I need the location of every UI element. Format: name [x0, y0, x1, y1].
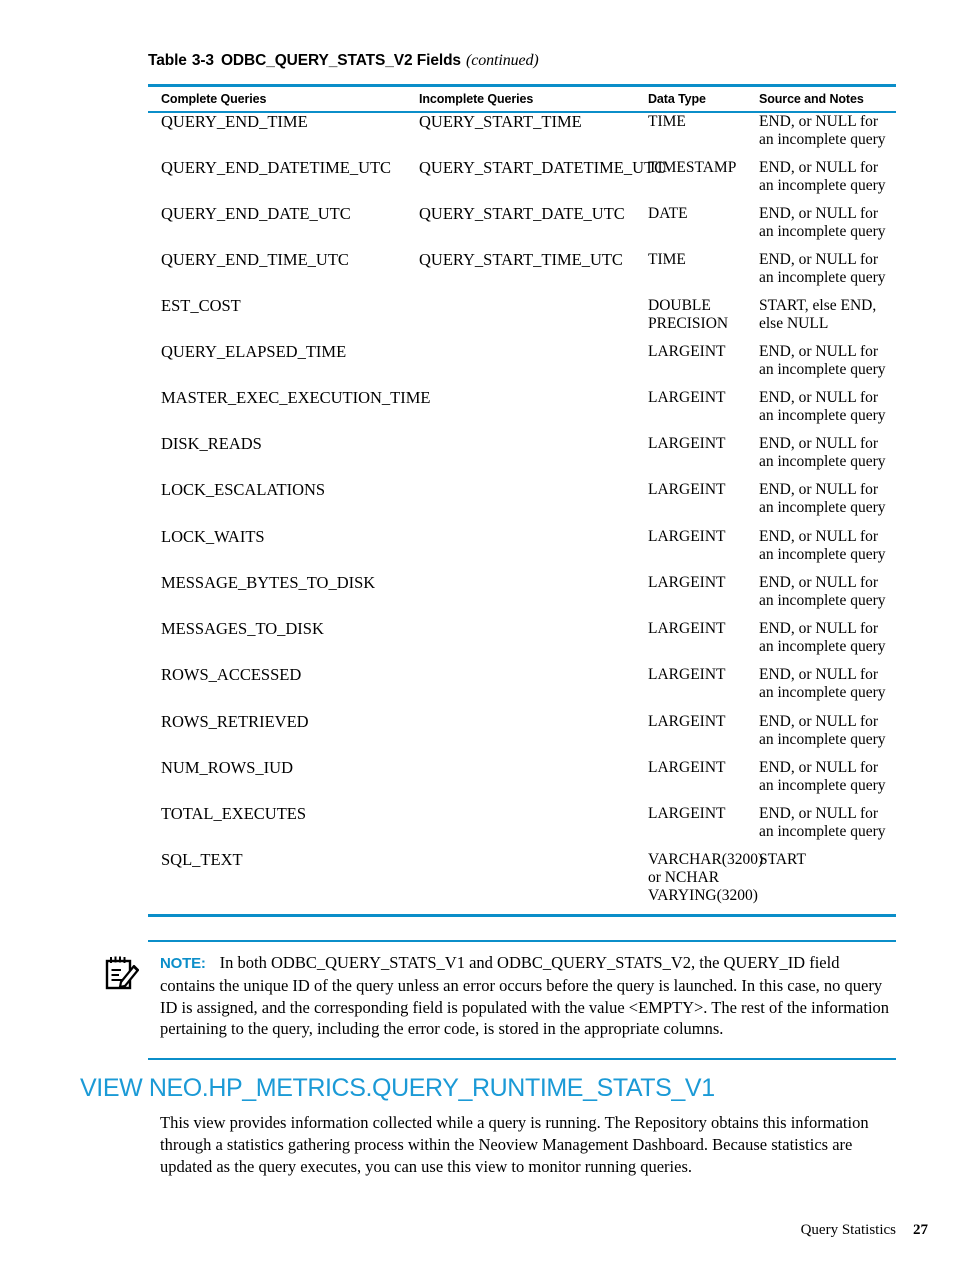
table-cell-source-notes: END, or NULL for an incomplete query	[759, 343, 886, 378]
table-cell-complete-query: LOCK_WAITS	[161, 527, 265, 546]
footer-page-number: 27	[913, 1222, 928, 1238]
column-header-data-type: Data Type	[648, 92, 706, 106]
table-row: TOTAL_EXECUTES LARGEINT END, or NULL for a…	[148, 804, 896, 849]
table-cell-complete-query: MESSAGES_TO_DISK	[161, 619, 324, 638]
table-caption-continued: (continued)	[465, 52, 539, 69]
note-bottom-rule	[148, 1058, 896, 1060]
table-header-row: Complete Queries Incomplete Queries Data…	[148, 87, 896, 111]
table-body: QUERY_END_TIME QUERY_START_TIME TIME END, o…	[148, 112, 896, 914]
table-cell-source-notes: END, or NULL for an incomplete query	[759, 666, 886, 701]
table-row: QUERY_ELAPSED_TIME LARGEINT END, or NULL f…	[148, 342, 896, 387]
table-cell-source-notes: END, or NULL for an incomplete query	[759, 251, 886, 286]
table-cell-source-notes: END, or NULL for an incomplete query	[759, 620, 886, 655]
table-cell-complete-query: NUM_ROWS_IUD	[161, 758, 293, 777]
column-header-complete-queries: Complete Queries	[161, 92, 267, 106]
table-cell-data-type: LARGEINT	[648, 713, 726, 730]
note-text: In both ODBC_QUERY_STATS_V1 and ODBC_QUE…	[160, 953, 890, 1039]
table-cell-data-type: TIME	[648, 251, 686, 268]
table-cell-complete-query: ROWS_ACCESSED	[161, 665, 302, 684]
table-row: MESSAGE_BYTES_TO_DISK LARGEINT END, or NUL…	[148, 573, 896, 618]
table-cell-complete-query: TOTAL_EXECUTES	[161, 804, 307, 823]
table-row: QUERY_END_DATETIME_UTC QUERY_START_DATETI…	[148, 158, 896, 203]
note-top-rule	[148, 940, 896, 942]
table-row: ROWS_RETRIEVED LARGEINT END, or NULL for a…	[148, 712, 896, 757]
table-cell-source-notes: END, or NULL for an incomplete query	[759, 713, 886, 748]
column-header-incomplete-queries: Incomplete Queries	[419, 92, 534, 106]
table-cell-complete-query: QUERY_END_DATE_UTC	[161, 204, 351, 223]
table-cell-complete-query: LOCK_ESCALATIONS	[161, 480, 326, 499]
table-cell-incomplete-query: QUERY_START_TIME	[419, 112, 582, 131]
table-cell-incomplete-query: QUERY_START_DATETIME_UTC	[419, 158, 666, 177]
note-body: NOTE: In both ODBC_QUERY_STATS_V1 and ODB…	[160, 952, 895, 1040]
table-cell-source-notes: END, or NULL for an incomplete query	[759, 805, 886, 840]
table-cell-source-notes: END, or NULL for an incomplete query	[759, 435, 886, 470]
table-cell-data-type: LARGEINT	[648, 343, 726, 360]
table-row: ROWS_ACCESSED LARGEINT END, or NULL for an…	[148, 665, 896, 710]
section-heading: VIEW NEO.HP_METRICS.QUERY_RUNTIME_STATS_…	[80, 1074, 715, 1102]
table-cell-data-type: LARGEINT	[648, 389, 726, 406]
table-caption-number: 3-3	[191, 52, 214, 69]
table-cell-complete-query: DISK_READS	[161, 434, 262, 453]
table-row: SQL_TEXT VARCHAR(3200) or NCHAR VARYING(3…	[148, 850, 896, 904]
page-footer: Query Statistics 27	[0, 1222, 954, 1244]
table-bottom-rule	[148, 914, 896, 917]
note-label: NOTE:	[160, 955, 206, 972]
table-cell-data-type: DATE	[648, 205, 688, 222]
table-cell-data-type: LARGEINT	[648, 481, 726, 498]
table-row: NUM_ROWS_IUD LARGEINT END, or NULL for an …	[148, 758, 896, 803]
table-cell-complete-query: QUERY_END_TIME_UTC	[161, 250, 349, 269]
table-cell-source-notes: END, or NULL for an incomplete query	[759, 113, 886, 148]
section-body-text: This view provides information collected…	[160, 1113, 869, 1176]
column-header-source-and-notes: Source and Notes	[759, 92, 864, 106]
table-cell-data-type: LARGEINT	[648, 620, 726, 637]
table-row: MASTER_EXEC_EXECUTION_TIME LARGEINT END, o…	[148, 388, 896, 433]
table-cell-complete-query: QUERY_END_TIME	[161, 112, 308, 131]
table-cell-complete-query: MASTER_EXEC_EXECUTION_TIME	[161, 388, 431, 407]
table-cell-complete-query: QUERY_ELAPSED_TIME	[161, 342, 347, 361]
table-cell-data-type: TIME	[648, 113, 686, 130]
table-cell-source-notes: END, or NULL for an incomplete query	[759, 481, 886, 516]
table-row: QUERY_END_DATE_UTC QUERY_START_DATE_UTC DA…	[148, 204, 896, 249]
odbc-query-stats-table: Complete Queries Incomplete Queries Data…	[148, 84, 896, 917]
table-row: DISK_READS LARGEINT END, or NULL for an in…	[148, 434, 896, 479]
table-cell-data-type: LARGEINT	[648, 805, 726, 822]
table-row: EST_COST DOUBLE PRECISION START, else END,…	[148, 296, 896, 341]
note-pencil-icon	[105, 955, 140, 991]
table-cell-source-notes: END, or NULL for an incomplete query	[759, 574, 886, 609]
table-cell-data-type: LARGEINT	[648, 574, 726, 591]
footer-chapter-title: Query Statistics	[800, 1222, 896, 1238]
table-row: QUERY_END_TIME_UTC QUERY_START_TIME_UTC TI…	[148, 250, 896, 295]
table-cell-data-type: TIMESTAMP	[648, 159, 737, 176]
table-caption-label: Table	[148, 52, 187, 69]
table-cell-source-notes: END, or NULL for an incomplete query	[759, 389, 886, 424]
table-cell-source-notes: END, or NULL for an incomplete query	[759, 528, 886, 563]
table-cell-complete-query: MESSAGE_BYTES_TO_DISK	[161, 573, 376, 592]
table-cell-source-notes: START	[759, 851, 806, 868]
table-row: MESSAGES_TO_DISK LARGEINT END, or NULL for…	[148, 619, 896, 664]
table-cell-source-notes: START, else END, else NULL	[759, 297, 877, 332]
table-cell-complete-query: QUERY_END_DATETIME_UTC	[161, 158, 392, 177]
table-cell-data-type: DOUBLE PRECISION	[648, 297, 729, 332]
table-caption-title: ODBC_QUERY_STATS_V2 Fields	[220, 52, 461, 69]
table-caption: Table 3-3 ODBC_QUERY_STATS_V2 Fields (conti…	[148, 52, 539, 70]
table-cell-complete-query: SQL_TEXT	[161, 850, 243, 869]
table-cell-data-type: VARCHAR(3200) or NCHAR VARYING(3200)	[648, 851, 764, 904]
table-cell-complete-query: EST_COST	[161, 296, 241, 315]
table-row: QUERY_END_TIME QUERY_START_TIME TIME END, o…	[148, 112, 896, 157]
table-cell-source-notes: END, or NULL for an incomplete query	[759, 159, 886, 194]
table-cell-source-notes: END, or NULL for an incomplete query	[759, 759, 886, 794]
table-cell-source-notes: END, or NULL for an incomplete query	[759, 205, 886, 240]
table-cell-data-type: LARGEINT	[648, 666, 726, 683]
table-cell-data-type: LARGEINT	[648, 759, 726, 776]
table-cell-data-type: LARGEINT	[648, 528, 726, 545]
table-cell-data-type: LARGEINT	[648, 435, 726, 452]
document-page: Table 3-3 ODBC_QUERY_STATS_V2 Fields (conti…	[0, 0, 954, 1271]
table-row: LOCK_ESCALATIONS LARGEINT END, or NULL for…	[148, 480, 896, 525]
table-cell-complete-query: ROWS_RETRIEVED	[161, 712, 309, 731]
table-cell-incomplete-query: QUERY_START_TIME_UTC	[419, 250, 623, 269]
table-cell-incomplete-query: QUERY_START_DATE_UTC	[419, 204, 625, 223]
table-row: LOCK_WAITS LARGEINT END, or NULL for an in…	[148, 527, 896, 572]
